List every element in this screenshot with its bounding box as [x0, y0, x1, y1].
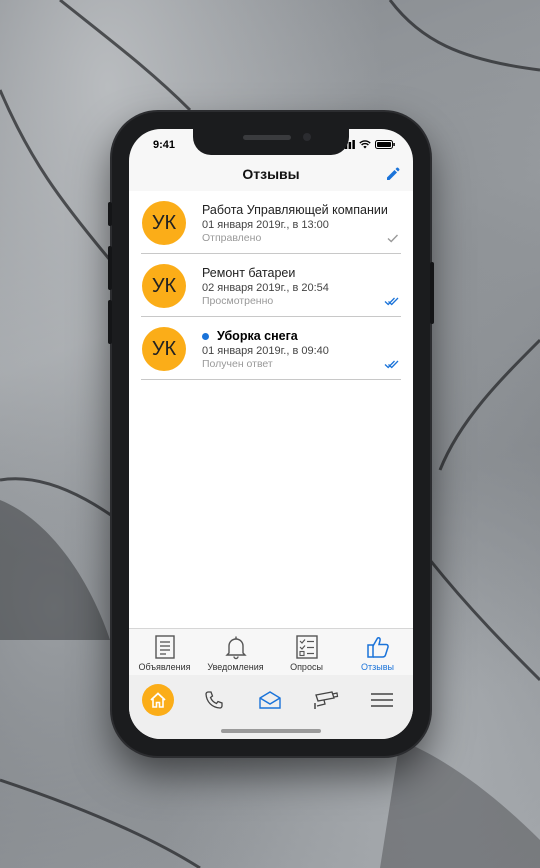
mail-button[interactable]	[253, 683, 287, 717]
page-title: Отзывы	[242, 166, 300, 182]
review-item[interactable]: УК Работа Управляющей компании 01 января…	[129, 191, 413, 254]
power-button	[430, 262, 434, 324]
review-title: Ремонт батареи	[202, 266, 296, 280]
tab-label: Опросы	[290, 662, 323, 672]
tab-label: Объявления	[138, 662, 191, 672]
avatar: УК	[142, 327, 186, 371]
tab-reviews[interactable]: Отзывы	[342, 629, 413, 675]
mail-icon	[259, 691, 281, 709]
review-item[interactable]: УК Ремонт батареи 02 января 2019г., в 20…	[129, 254, 413, 317]
review-title: Уборка снега	[217, 329, 298, 343]
avatar: УК	[142, 264, 186, 308]
battery-icon	[375, 140, 395, 149]
double-check-icon	[384, 360, 399, 369]
double-check-icon	[384, 297, 399, 306]
volume-up-button	[108, 246, 112, 290]
checklist-icon	[295, 635, 318, 659]
single-check-icon	[387, 234, 399, 243]
tab-polls[interactable]: Опросы	[271, 629, 342, 675]
mute-switch	[108, 202, 112, 226]
document-icon	[154, 635, 175, 659]
thumbs-up-icon	[366, 637, 389, 658]
nav-header: Отзывы	[129, 159, 413, 189]
tab-label: Уведомления	[207, 662, 264, 672]
bell-icon	[224, 636, 247, 660]
divider	[141, 379, 401, 380]
home-button[interactable]	[141, 683, 175, 717]
review-title: Работа Управляющей компании	[202, 203, 388, 217]
status-time: 9:41	[153, 139, 176, 151]
status-icons	[341, 140, 395, 149]
phone-frame: 9:41 Отзывы УК Работа Управляющей компан…	[108, 112, 434, 756]
tab-label: Отзывы	[361, 662, 394, 672]
volume-down-button	[108, 300, 112, 344]
cctv-camera-icon	[314, 691, 339, 709]
phone-icon	[205, 691, 223, 709]
camera-button[interactable]	[309, 683, 343, 717]
menu-button[interactable]	[365, 683, 399, 717]
notch	[193, 129, 349, 155]
avatar: УК	[142, 201, 186, 245]
reviews-list: УК Работа Управляющей компании 01 января…	[129, 191, 413, 631]
pencil-icon[interactable]	[385, 166, 401, 182]
tab-notifications[interactable]: Уведомления	[200, 629, 271, 675]
tab-announcements[interactable]: Объявления	[129, 629, 200, 675]
menu-icon	[371, 693, 393, 707]
tab-bar: Объявления Уведомления Опросы Отзывы	[129, 628, 413, 675]
home-indicator	[221, 729, 321, 733]
unread-dot	[202, 333, 209, 340]
review-status: Просмотренно	[202, 295, 274, 307]
bottom-nav	[129, 675, 413, 739]
review-status: Отправлено	[202, 232, 262, 244]
review-item[interactable]: УК Уборка снега 01 января 2019г., в 09:4…	[129, 317, 413, 380]
phone-screen: 9:41 Отзывы УК Работа Управляющей компан…	[129, 129, 413, 739]
home-circle	[142, 684, 174, 716]
wifi-icon	[359, 140, 371, 149]
front-camera	[303, 133, 311, 141]
review-status: Получен ответ	[202, 358, 273, 370]
speaker	[243, 135, 291, 140]
phone-button[interactable]	[197, 683, 231, 717]
review-date: 01 января 2019г., в 13:00	[202, 219, 329, 231]
home-icon	[150, 692, 166, 708]
review-date: 01 января 2019г., в 09:40	[202, 345, 329, 357]
review-date: 02 января 2019г., в 20:54	[202, 282, 329, 294]
